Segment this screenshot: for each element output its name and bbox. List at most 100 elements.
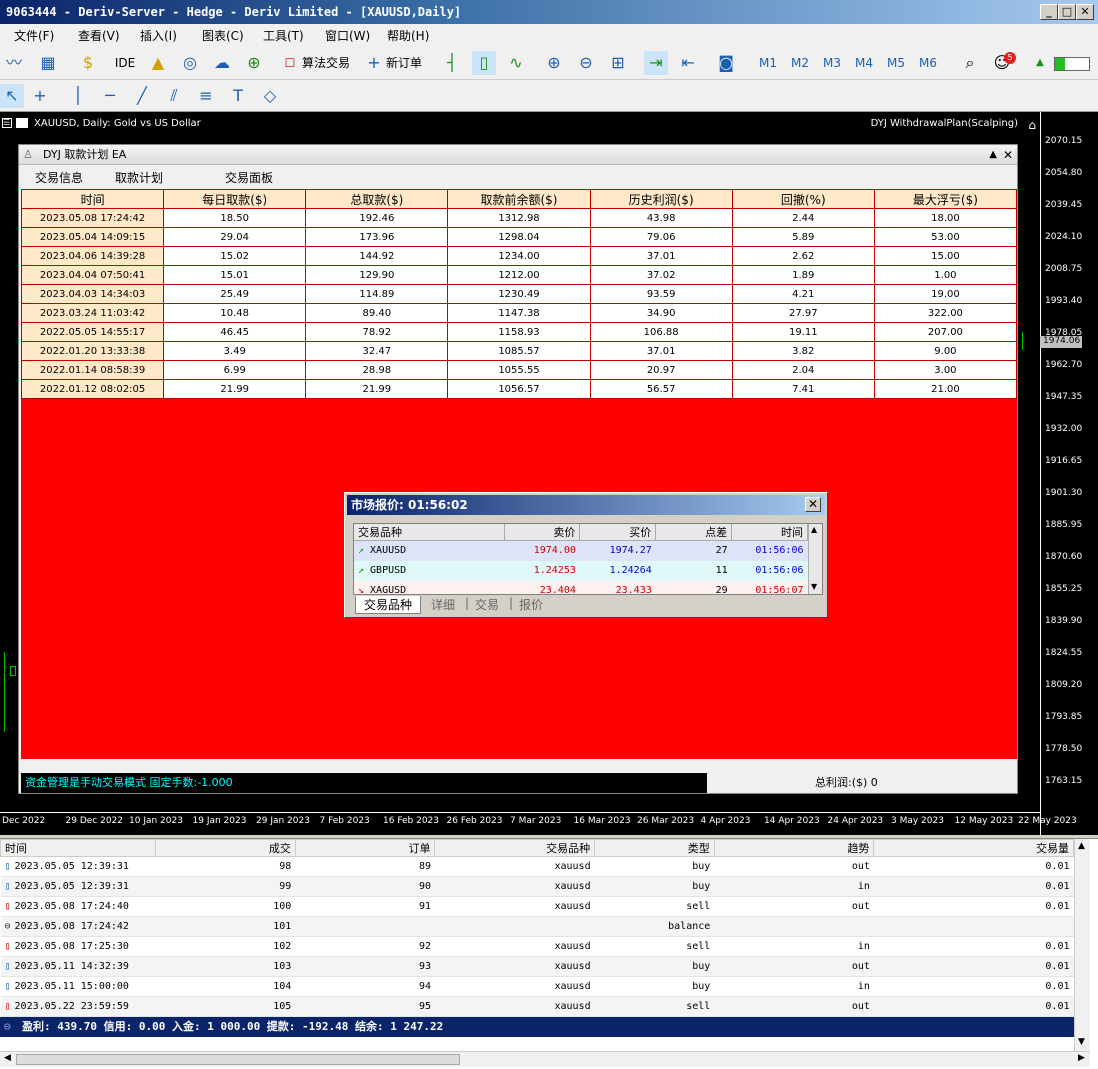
menu-window[interactable]: 窗口(W) (325, 27, 370, 44)
chart-menu-icon[interactable]: ☰ (2, 118, 12, 128)
history-vertical-scrollbar[interactable]: ▲ ▼ (1074, 839, 1090, 1053)
market-row[interactable]: ↘ XAGUSD 23.404 23.433 29 01:56:07 (354, 580, 808, 594)
chart-type-icon[interactable]: 〰 (2, 51, 26, 75)
crosshair-icon[interactable]: + (28, 84, 52, 108)
history-column-header[interactable]: 交易品种 (434, 839, 596, 857)
channel-icon[interactable]: ⫽ (162, 84, 186, 108)
withdraw-column-header[interactable]: 总取款($) (305, 189, 449, 209)
tab-trade-info[interactable]: 交易信息 (35, 169, 83, 186)
ide-button[interactable]: IDE (112, 51, 138, 75)
menu-insert[interactable]: 插入(I) (140, 27, 177, 44)
grid-icon[interactable]: ⊞ (606, 51, 630, 75)
new-order-button[interactable]: 新订单 (384, 51, 424, 75)
history-column-header[interactable]: 类型 (594, 839, 715, 857)
period-m4[interactable]: M4 (852, 51, 876, 75)
period-m3[interactable]: M3 (820, 51, 844, 75)
scroll-up-icon[interactable]: ▲ (811, 525, 817, 534)
history-column-header[interactable]: 成交 (155, 839, 296, 857)
scroll-left-icon[interactable]: ◀ (4, 1053, 11, 1063)
level-icon[interactable]: ▲ (1028, 51, 1052, 75)
signal-icon[interactable]: ◎ (178, 51, 202, 75)
scroll-down-icon[interactable]: ▼ (811, 582, 817, 591)
market-watch-scrollbar[interactable]: ▲ ▼ (808, 524, 822, 594)
horizontal-line-icon[interactable]: ─ (98, 84, 122, 108)
history-column-header[interactable]: 趋势 (713, 839, 875, 857)
withdraw-column-header[interactable]: 回撤(%) (731, 189, 875, 209)
line-chart-icon[interactable]: ∿ (504, 51, 528, 75)
scroll-right-icon[interactable]: ▶ (1078, 1053, 1085, 1063)
history-horizontal-scrollbar[interactable]: ◀ ▶ (0, 1051, 1090, 1067)
tab-ticks[interactable]: 报价 (519, 596, 543, 613)
vps-icon[interactable]: ⊕ (242, 51, 266, 75)
tab-details[interactable]: 详细 (431, 596, 455, 613)
market-column-header[interactable]: 时间 (731, 524, 808, 541)
close-button[interactable]: ✕ (1076, 4, 1094, 20)
withdraw-column-header[interactable]: 最大浮亏($) (873, 189, 1018, 209)
history-row[interactable]: ▯ 2023.05.08 17:24:40 100 91 xauusd sell out 0.… (0, 896, 1074, 917)
withdraw-column-header[interactable]: 历史利润($) (589, 189, 733, 209)
market-column-header[interactable]: 点差 (655, 524, 733, 541)
history-row[interactable]: ▯ 2023.05.05 12:39:31 99 90 xauusd buy in 0.01 (0, 876, 1074, 897)
menu-charts[interactable]: 图表(C) (202, 27, 244, 44)
candlestick-icon[interactable]: ▯ (472, 51, 496, 75)
history-column-header[interactable]: 交易量 (873, 839, 1074, 857)
history-row[interactable]: ▯ 2023.05.05 12:39:31 98 89 xauusd buy out 0.01 (0, 856, 1074, 877)
market-row[interactable]: ↗ XAUUSD 1974.00 1974.27 27 01:56:06 (354, 540, 808, 561)
menu-file[interactable]: 文件(F) (14, 27, 54, 44)
tab-withdraw-plan[interactable]: 取款计划 (115, 169, 163, 186)
search-icon[interactable]: ⌕ (958, 51, 982, 75)
period-m2[interactable]: M2 (788, 51, 812, 75)
history-row[interactable]: ▯ 2023.05.11 15:00:00 104 94 xauusd buy in 0.01 (0, 976, 1074, 997)
text-icon[interactable]: T (226, 84, 250, 108)
close-icon[interactable]: ✕ (1003, 145, 1013, 165)
tab-trading[interactable]: 交易 (475, 596, 499, 613)
market-column-header[interactable]: 交易品种 (354, 524, 505, 541)
history-row[interactable]: ▯ 2023.05.08 17:25:30 102 92 xauusd sell in 0.0… (0, 936, 1074, 957)
period-m6[interactable]: M6 (916, 51, 940, 75)
cloud-icon[interactable]: ☁ (210, 51, 234, 75)
new-order-icon[interactable]: + (362, 51, 386, 75)
chart-shift-icon[interactable]: ⇤ (676, 51, 700, 75)
period-m1[interactable]: M1 (756, 51, 780, 75)
minimize-button[interactable]: _ (1040, 4, 1058, 20)
period-m5[interactable]: M5 (884, 51, 908, 75)
scroll-down-icon[interactable]: ▼ (1078, 1037, 1085, 1047)
maximize-button[interactable]: □ (1058, 4, 1076, 20)
menu-tools[interactable]: 工具(T) (263, 27, 304, 44)
collapse-icon[interactable]: ▲ (989, 145, 997, 165)
history-column-header[interactable]: 时间 (0, 839, 157, 857)
market-column-header[interactable]: 买价 (579, 524, 657, 541)
algo-trading-button[interactable]: 算法交易 (300, 51, 352, 75)
tab-symbols[interactable]: 交易品种 (355, 596, 422, 614)
history-column-header[interactable]: 订单 (294, 839, 436, 857)
fibonacci-icon[interactable]: ≡ (194, 84, 218, 108)
shapes-icon[interactable]: ◇ (258, 84, 282, 108)
history-row[interactable]: ▯ 2023.05.22 23:59:59 105 95 xauusd sell out 0.… (0, 996, 1074, 1017)
price-tick-label: 2070.15 (1045, 136, 1083, 146)
cursor-icon[interactable]: ↖ (0, 84, 24, 108)
withdraw-column-header[interactable]: 取款前余额($) (447, 189, 591, 209)
scroll-up-icon[interactable]: ▲ (1078, 841, 1085, 851)
dollar-icon[interactable]: $ (76, 51, 100, 75)
zoom-in-icon[interactable]: ⊕ (542, 51, 566, 75)
withdraw-column-header[interactable]: 每日取款($) (163, 189, 307, 209)
zoom-out-icon[interactable]: ⊖ (574, 51, 598, 75)
menu-help[interactable]: 帮助(H) (387, 27, 429, 44)
screenshot-icon[interactable]: ◙ (714, 51, 738, 75)
trendline-icon[interactable]: ╱ (130, 84, 154, 108)
withdraw-column-header[interactable]: 时间 (20, 189, 165, 209)
chart-profile-icon[interactable]: ▦ (36, 51, 60, 75)
tab-trade-panel[interactable]: 交易面板 (225, 169, 273, 186)
autoscroll-icon[interactable]: ⇥ (644, 51, 668, 75)
history-row[interactable]: ⊖ 2023.05.08 17:24:42 101 balance (0, 916, 1074, 937)
market-row[interactable]: ↗ GBPUSD 1.24253 1.24264 11 01:56:06 (354, 560, 808, 581)
vertical-line-icon[interactable]: │ (66, 84, 90, 108)
algo-trading-icon[interactable]: ☐ (278, 51, 302, 75)
bar-chart-icon[interactable]: ┤ (440, 51, 464, 75)
menu-view[interactable]: 查看(V) (78, 27, 120, 44)
market-column-header[interactable]: 卖价 (504, 524, 581, 541)
market-watch-close-button[interactable]: ✕ (805, 497, 821, 512)
scroll-thumb[interactable] (16, 1054, 460, 1065)
history-row[interactable]: ▯ 2023.05.11 14:32:39 103 93 xauusd buy out 0.0… (0, 956, 1074, 977)
market-icon[interactable]: ▲ (146, 51, 170, 75)
